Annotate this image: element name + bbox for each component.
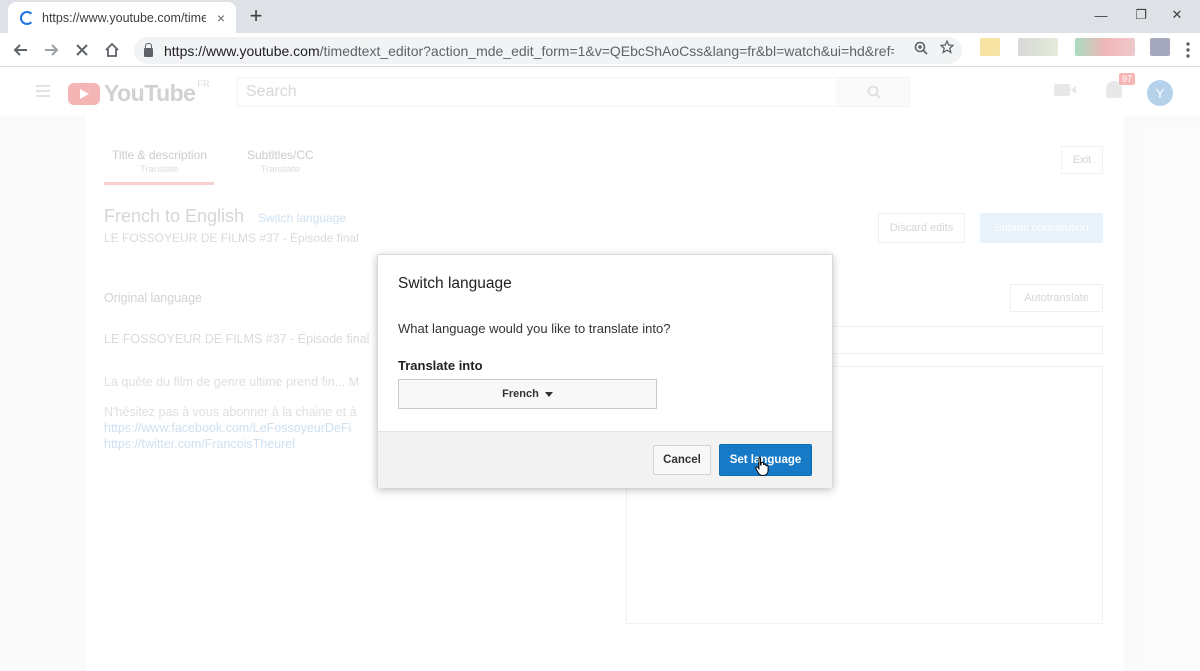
extension-icon[interactable] bbox=[1075, 38, 1135, 56]
extension-icon[interactable] bbox=[980, 38, 1000, 56]
browser-tab-strip: https://www.youtube.com/timedtext_editor… bbox=[0, 0, 1200, 33]
tab-close-icon[interactable]: × bbox=[214, 10, 228, 26]
new-tab-button[interactable]: + bbox=[246, 4, 266, 28]
browser-toolbar: https://www.youtube.com/timedtext_editor… bbox=[0, 33, 1200, 67]
zoom-icon[interactable] bbox=[914, 41, 928, 58]
address-bar[interactable]: https://www.youtube.com/timedtext_editor… bbox=[134, 37, 962, 64]
switch-language-dialog: Switch language What language would you … bbox=[377, 254, 833, 488]
home-icon[interactable] bbox=[100, 38, 124, 62]
url-text[interactable]: https://www.youtube.com/timedtext_editor… bbox=[164, 43, 894, 59]
browser-menu-icon[interactable] bbox=[1176, 38, 1200, 62]
dropdown-arrow-icon bbox=[544, 391, 553, 397]
lock-icon bbox=[144, 42, 153, 57]
window-close-button[interactable]: ✕ bbox=[1154, 2, 1200, 28]
forward-arrow-icon[interactable] bbox=[40, 38, 64, 62]
tab-title: https://www.youtube.com/timedtext_editor… bbox=[42, 10, 206, 25]
back-arrow-icon[interactable] bbox=[8, 38, 32, 62]
bookmark-star-icon[interactable] bbox=[939, 39, 955, 58]
loading-spinner-icon bbox=[20, 10, 34, 25]
browser-tab[interactable]: https://www.youtube.com/timedtext_editor… bbox=[8, 2, 236, 33]
cancel-button[interactable]: Cancel bbox=[653, 445, 711, 475]
extension-icon[interactable] bbox=[1018, 38, 1058, 56]
stop-loading-icon[interactable] bbox=[70, 38, 94, 62]
extension-icon[interactable] bbox=[1150, 38, 1170, 56]
language-select[interactable]: French bbox=[398, 379, 657, 409]
translate-into-label: Translate into bbox=[398, 358, 483, 373]
dialog-question: What language would you like to translat… bbox=[398, 321, 671, 336]
selected-language: French bbox=[502, 388, 539, 400]
dialog-title: Switch language bbox=[398, 275, 512, 292]
hand-cursor-icon bbox=[755, 457, 769, 476]
